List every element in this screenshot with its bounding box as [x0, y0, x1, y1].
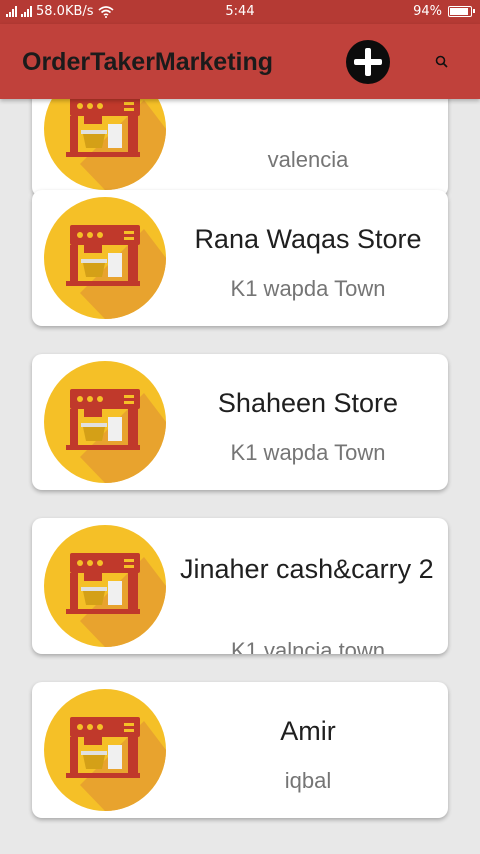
store-card[interactable]: Jinaher cash&carry 2 K1 valncia town: [32, 518, 448, 654]
store-card[interactable]: valencia: [32, 99, 448, 197]
status-right: 94%: [413, 4, 475, 19]
store-name: Shaheen Store: [217, 388, 399, 418]
coffee-machine-icon: [44, 197, 166, 319]
add-button[interactable]: [346, 40, 390, 84]
store-card[interactable]: Amir iqbal: [32, 682, 448, 818]
store-card[interactable]: Rana Waqas Store K1 wapda Town: [32, 190, 448, 326]
store-name: Jinaher cash&carry 2: [180, 554, 434, 584]
app-title: OrderTakerMarketing: [22, 48, 274, 76]
status-bar: 58.0KB/s 5:44 94%: [0, 0, 480, 24]
store-area: K1 wapda Town: [230, 440, 386, 465]
store-list[interactable]: valencia Rana Waqas Store K1 wapda Town …: [0, 99, 480, 854]
battery-percent: 94%: [413, 4, 442, 19]
coffee-machine-icon: [44, 525, 166, 647]
store-name: Rana Waqas Store: [194, 224, 422, 254]
store-name: Amir: [280, 716, 336, 746]
store-area: iqbal: [284, 768, 332, 793]
coffee-machine-icon: [44, 361, 166, 483]
coffee-machine-icon: [44, 99, 166, 190]
search-icon[interactable]: [434, 54, 450, 70]
store-area: valencia: [267, 147, 349, 172]
store-area: K1 valncia town: [230, 638, 386, 654]
clock: 5:44: [225, 4, 255, 19]
store-card[interactable]: Shaheen Store K1 wapda Town: [32, 354, 448, 490]
app-bar: OrderTakerMarketing: [0, 24, 480, 99]
store-area: K1 wapda Town: [230, 276, 386, 301]
battery-icon: [448, 6, 475, 17]
coffee-machine-icon: [44, 689, 166, 811]
